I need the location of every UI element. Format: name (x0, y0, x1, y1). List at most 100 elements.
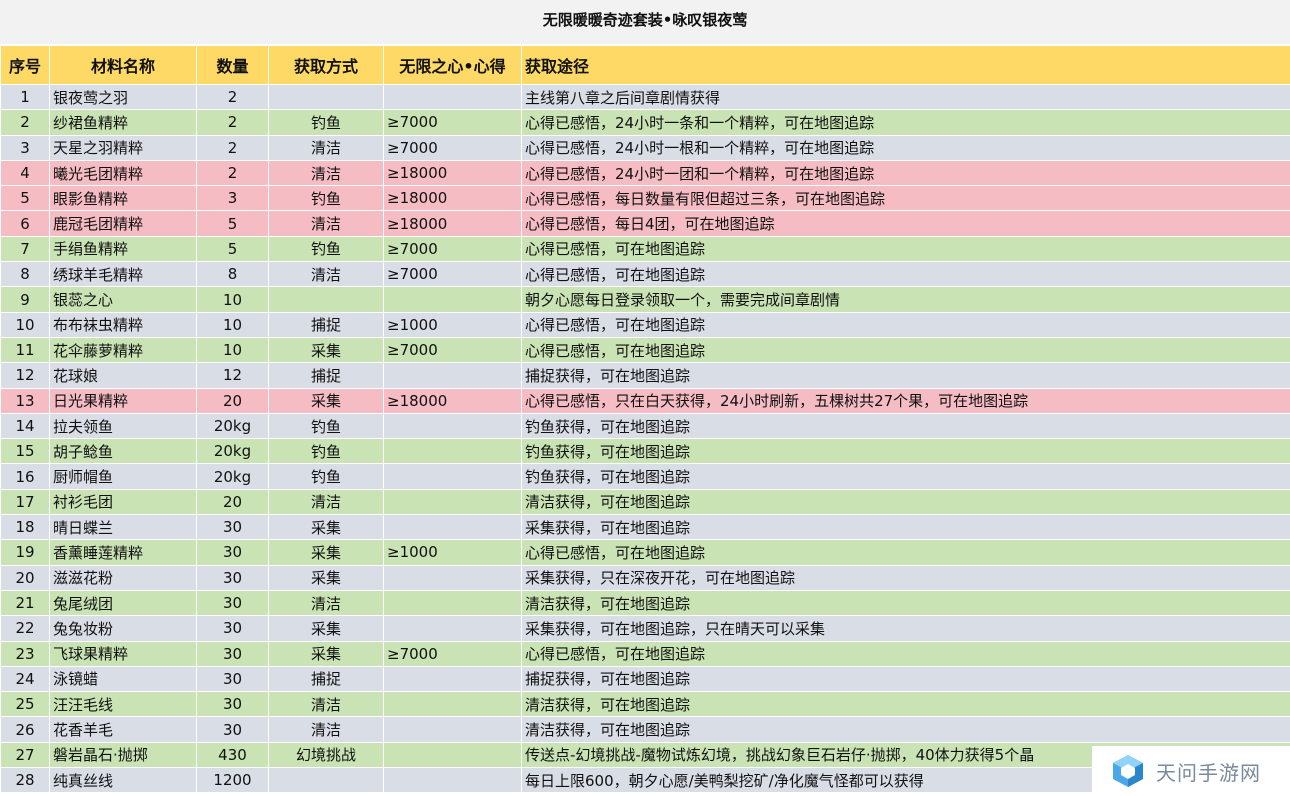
cell-route: 采集获得，可在地图追踪，只在晴天可以采集 (521, 615, 1290, 642)
cell-route: 清洁获得，可在地图追踪 (521, 716, 1290, 743)
cell-material-name: 鹿冠毛团精粹 (49, 210, 197, 237)
cell-route: 心得已感悟，可在地图追踪 (521, 539, 1290, 566)
cell-method: 采集 (268, 564, 384, 591)
cell-quantity: 30 (196, 716, 269, 743)
cell-material-name: 汪汪毛线 (49, 691, 197, 718)
cell-method: 采集 (268, 539, 384, 566)
header-qty: 数量 (196, 45, 269, 85)
cell-requirement (383, 564, 522, 591)
cell-method (268, 767, 384, 794)
cell-material-name: 厨师帽鱼 (49, 463, 197, 490)
cell-route: 清洁获得，可在地图追踪 (521, 488, 1290, 516)
cell-no: 4 (0, 159, 50, 187)
cell-route: 主线第八章之后间章剧情获得 (521, 83, 1290, 111)
cell-route: 清洁获得，可在地图追踪 (521, 691, 1290, 718)
cell-requirement (383, 691, 522, 718)
cell-requirement (383, 589, 522, 617)
table-row: 16 厨师帽鱼 20kg 钓鱼 钓鱼获得，可在地图追踪 (0, 463, 1290, 490)
cell-method: 钓鱼 (268, 438, 384, 465)
cell-requirement: ≥18000 (383, 210, 522, 237)
cell-no: 3 (0, 134, 50, 161)
cell-route: 心得已感悟，可在地图追踪 (521, 336, 1290, 364)
cell-material-name: 花球娘 (49, 362, 197, 389)
cell-material-name: 花伞藤萝精粹 (49, 336, 197, 364)
cell-requirement (383, 741, 522, 769)
cell-no: 17 (0, 488, 50, 516)
cell-material-name: 天星之羽精粹 (49, 134, 197, 161)
cell-quantity: 3 (196, 185, 269, 212)
table-row: 13 日光果精粹 20 采集 ≥18000 心得已感悟，只在白天获得，24小时刷新，五棵树… (0, 387, 1290, 414)
table-row: 1 银夜莺之羽 2 主线第八章之后间章剧情获得 (0, 83, 1290, 111)
table-row: 8 绣球羊毛精粹 8 清洁 ≥7000 心得已感悟，可在地图追踪 (0, 261, 1290, 288)
cell-method: 采集 (268, 615, 384, 642)
cell-no: 16 (0, 463, 50, 490)
cell-requirement: ≥7000 (383, 235, 522, 263)
cell-quantity: 2 (196, 109, 269, 136)
cell-material-name: 泳镜蜡 (49, 665, 197, 693)
cell-quantity: 10 (196, 311, 269, 338)
cell-material-name: 眼影鱼精粹 (49, 185, 197, 212)
table-header-row: 序号 材料名称 数量 获取方式 无限之心•心得 获取途径 (0, 45, 1290, 85)
cell-no: 5 (0, 185, 50, 212)
cell-requirement: ≥7000 (383, 134, 522, 161)
cell-material-name: 曦光毛团精粹 (49, 159, 197, 187)
cell-route: 采集获得，可在地图追踪 (521, 514, 1290, 541)
cell-no: 13 (0, 387, 50, 414)
cell-method: 采集 (268, 387, 384, 414)
cell-requirement (383, 767, 522, 794)
cell-method: 采集 (268, 514, 384, 541)
cell-material-name: 手绢鱼精粹 (49, 235, 197, 263)
cell-material-name: 银蕊之心 (49, 286, 197, 313)
table-row: 17 衬衫毛团 20 清洁 清洁获得，可在地图追踪 (0, 488, 1290, 516)
cell-method: 清洁 (268, 488, 384, 516)
cell-requirement: ≥1000 (383, 539, 522, 566)
cell-quantity: 5 (196, 235, 269, 263)
cell-no: 28 (0, 767, 50, 794)
table-row: 25 汪汪毛线 30 清洁 清洁获得，可在地图追踪 (0, 691, 1290, 718)
table-row: 12 花球娘 12 捕捉 捕捉获得，可在地图追踪 (0, 362, 1290, 389)
cell-material-name: 滋滋花粉 (49, 564, 197, 591)
cell-material-name: 香薰睡莲精粹 (49, 539, 197, 566)
cell-route: 心得已感悟，可在地图追踪 (521, 235, 1290, 263)
cell-no: 14 (0, 412, 50, 440)
cell-route: 心得已感悟，每日数量有限但超过三条，可在地图追踪 (521, 185, 1290, 212)
cell-quantity: 10 (196, 336, 269, 364)
cell-requirement: ≥18000 (383, 185, 522, 212)
table-row: 21 兔尾绒团 30 清洁 清洁获得，可在地图追踪 (0, 589, 1290, 617)
cell-no: 26 (0, 716, 50, 743)
cell-route: 心得已感悟，可在地图追踪 (521, 311, 1290, 338)
header-no: 序号 (0, 45, 50, 85)
cell-method: 钓鱼 (268, 109, 384, 136)
cell-no: 21 (0, 589, 50, 617)
cell-quantity: 20 (196, 488, 269, 516)
cell-method: 钓鱼 (268, 463, 384, 490)
cell-material-name: 花香羊毛 (49, 716, 197, 743)
cell-no: 24 (0, 665, 50, 693)
table-row: 14 拉夫领鱼 20kg 钓鱼 钓鱼获得，可在地图追踪 (0, 412, 1290, 440)
cell-method: 清洁 (268, 210, 384, 237)
cell-requirement (383, 514, 522, 541)
table-row: 6 鹿冠毛团精粹 5 清洁 ≥18000 心得已感悟，每日4团，可在地图追踪 (0, 210, 1290, 237)
table-row: 7 手绢鱼精粹 5 钓鱼 ≥7000 心得已感悟，可在地图追踪 (0, 235, 1290, 263)
cell-requirement: ≥18000 (383, 387, 522, 414)
cell-quantity: 1200 (196, 767, 269, 794)
cell-no: 6 (0, 210, 50, 237)
cell-quantity: 20kg (196, 412, 269, 440)
cell-no: 8 (0, 261, 50, 288)
cell-material-name: 纱裙鱼精粹 (49, 109, 197, 136)
cell-route: 钓鱼获得，可在地图追踪 (521, 463, 1290, 490)
cell-material-name: 衬衫毛团 (49, 488, 197, 516)
cell-no: 18 (0, 514, 50, 541)
cell-requirement (383, 615, 522, 642)
cell-route: 朝夕心愿每日登录领取一个，需要完成间章剧情 (521, 286, 1290, 313)
table-row: 24 泳镜蜡 30 捕捉 捕捉获得，可在地图追踪 (0, 665, 1290, 693)
cell-quantity: 30 (196, 514, 269, 541)
table-body: 1 银夜莺之羽 2 主线第八章之后间章剧情获得 2 纱裙鱼精粹 2 钓鱼 ≥7000 心得已感悟，… (0, 83, 1290, 794)
cell-method: 钓鱼 (268, 412, 384, 440)
cell-route: 心得已感悟，24小时一团和一个精粹，可在地图追踪 (521, 159, 1290, 187)
cell-quantity: 10 (196, 286, 269, 313)
cell-method: 清洁 (268, 691, 384, 718)
cell-requirement (383, 665, 522, 693)
cell-no: 9 (0, 286, 50, 313)
watermark: 天问手游网 (1092, 746, 1290, 796)
